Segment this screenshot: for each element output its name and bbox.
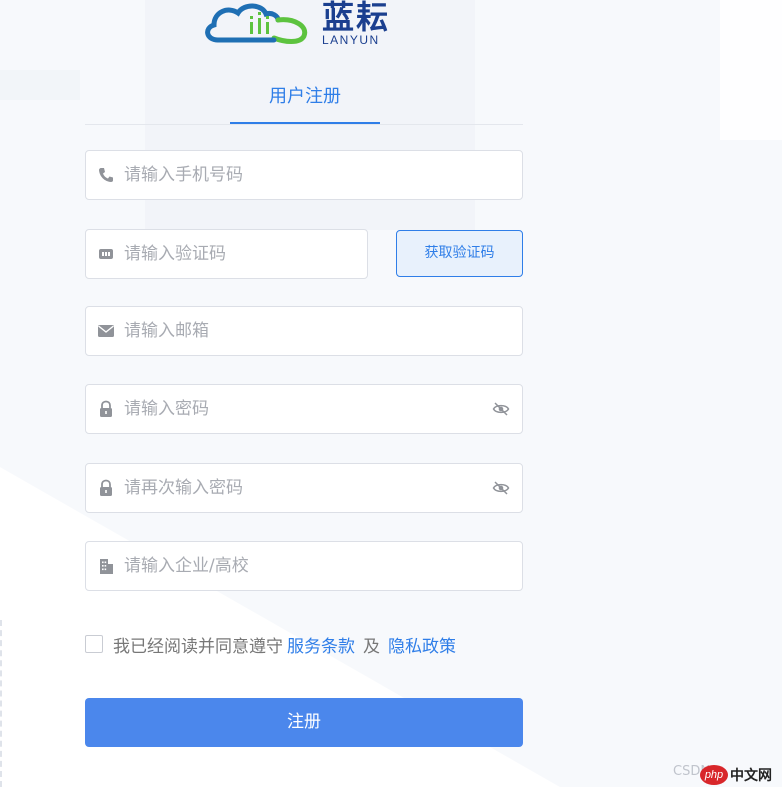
bg-panel [0, 70, 80, 100]
lock-icon [100, 400, 112, 417]
phone-icon [99, 168, 113, 182]
eye-hidden-icon[interactable] [492, 401, 510, 417]
brand-subtitle: LANYUN [322, 33, 380, 47]
email-input[interactable] [124, 307, 474, 355]
agreement-text: 我已经阅读并同意遵守 [113, 636, 283, 657]
password-input[interactable] [124, 385, 474, 433]
bg-dashed-line [0, 620, 2, 787]
agree-checkbox[interactable] [85, 635, 103, 653]
cloud-logo-icon [205, 3, 308, 44]
register-button[interactable]: 注册 [85, 698, 523, 747]
phone-field [85, 150, 523, 200]
organization-input[interactable] [124, 542, 474, 590]
confirm-password-input[interactable] [124, 464, 474, 512]
brand-logo: 蓝耘 LANYUN [204, 0, 414, 48]
lock-icon [100, 479, 112, 496]
watermark-badge: php [700, 765, 728, 785]
tab-register[interactable]: 用户注册 [230, 84, 380, 124]
password-field [85, 384, 523, 434]
organization-field [85, 541, 523, 591]
bg-panel [720, 0, 782, 140]
code-input[interactable] [124, 230, 354, 278]
confirm-password-field [85, 463, 523, 513]
envelope-icon [98, 325, 114, 337]
phone-input[interactable] [124, 151, 474, 199]
eye-hidden-icon[interactable] [492, 480, 510, 496]
building-icon [100, 559, 113, 574]
privacy-link[interactable]: 隐私政策 [388, 632, 456, 657]
tab-bar: 用户注册 [85, 84, 523, 125]
agreement-conjunction: 及 [363, 636, 380, 657]
sms-code-icon [99, 249, 113, 259]
watermark-site: 中文网 [730, 768, 772, 784]
email-field [85, 306, 523, 356]
get-code-button[interactable]: 获取验证码 [396, 230, 523, 277]
code-field [85, 229, 368, 279]
agreement-row: 我已经阅读并同意遵守 服务条款 及 隐私政策 [85, 632, 460, 657]
terms-link[interactable]: 服务条款 [287, 632, 355, 657]
